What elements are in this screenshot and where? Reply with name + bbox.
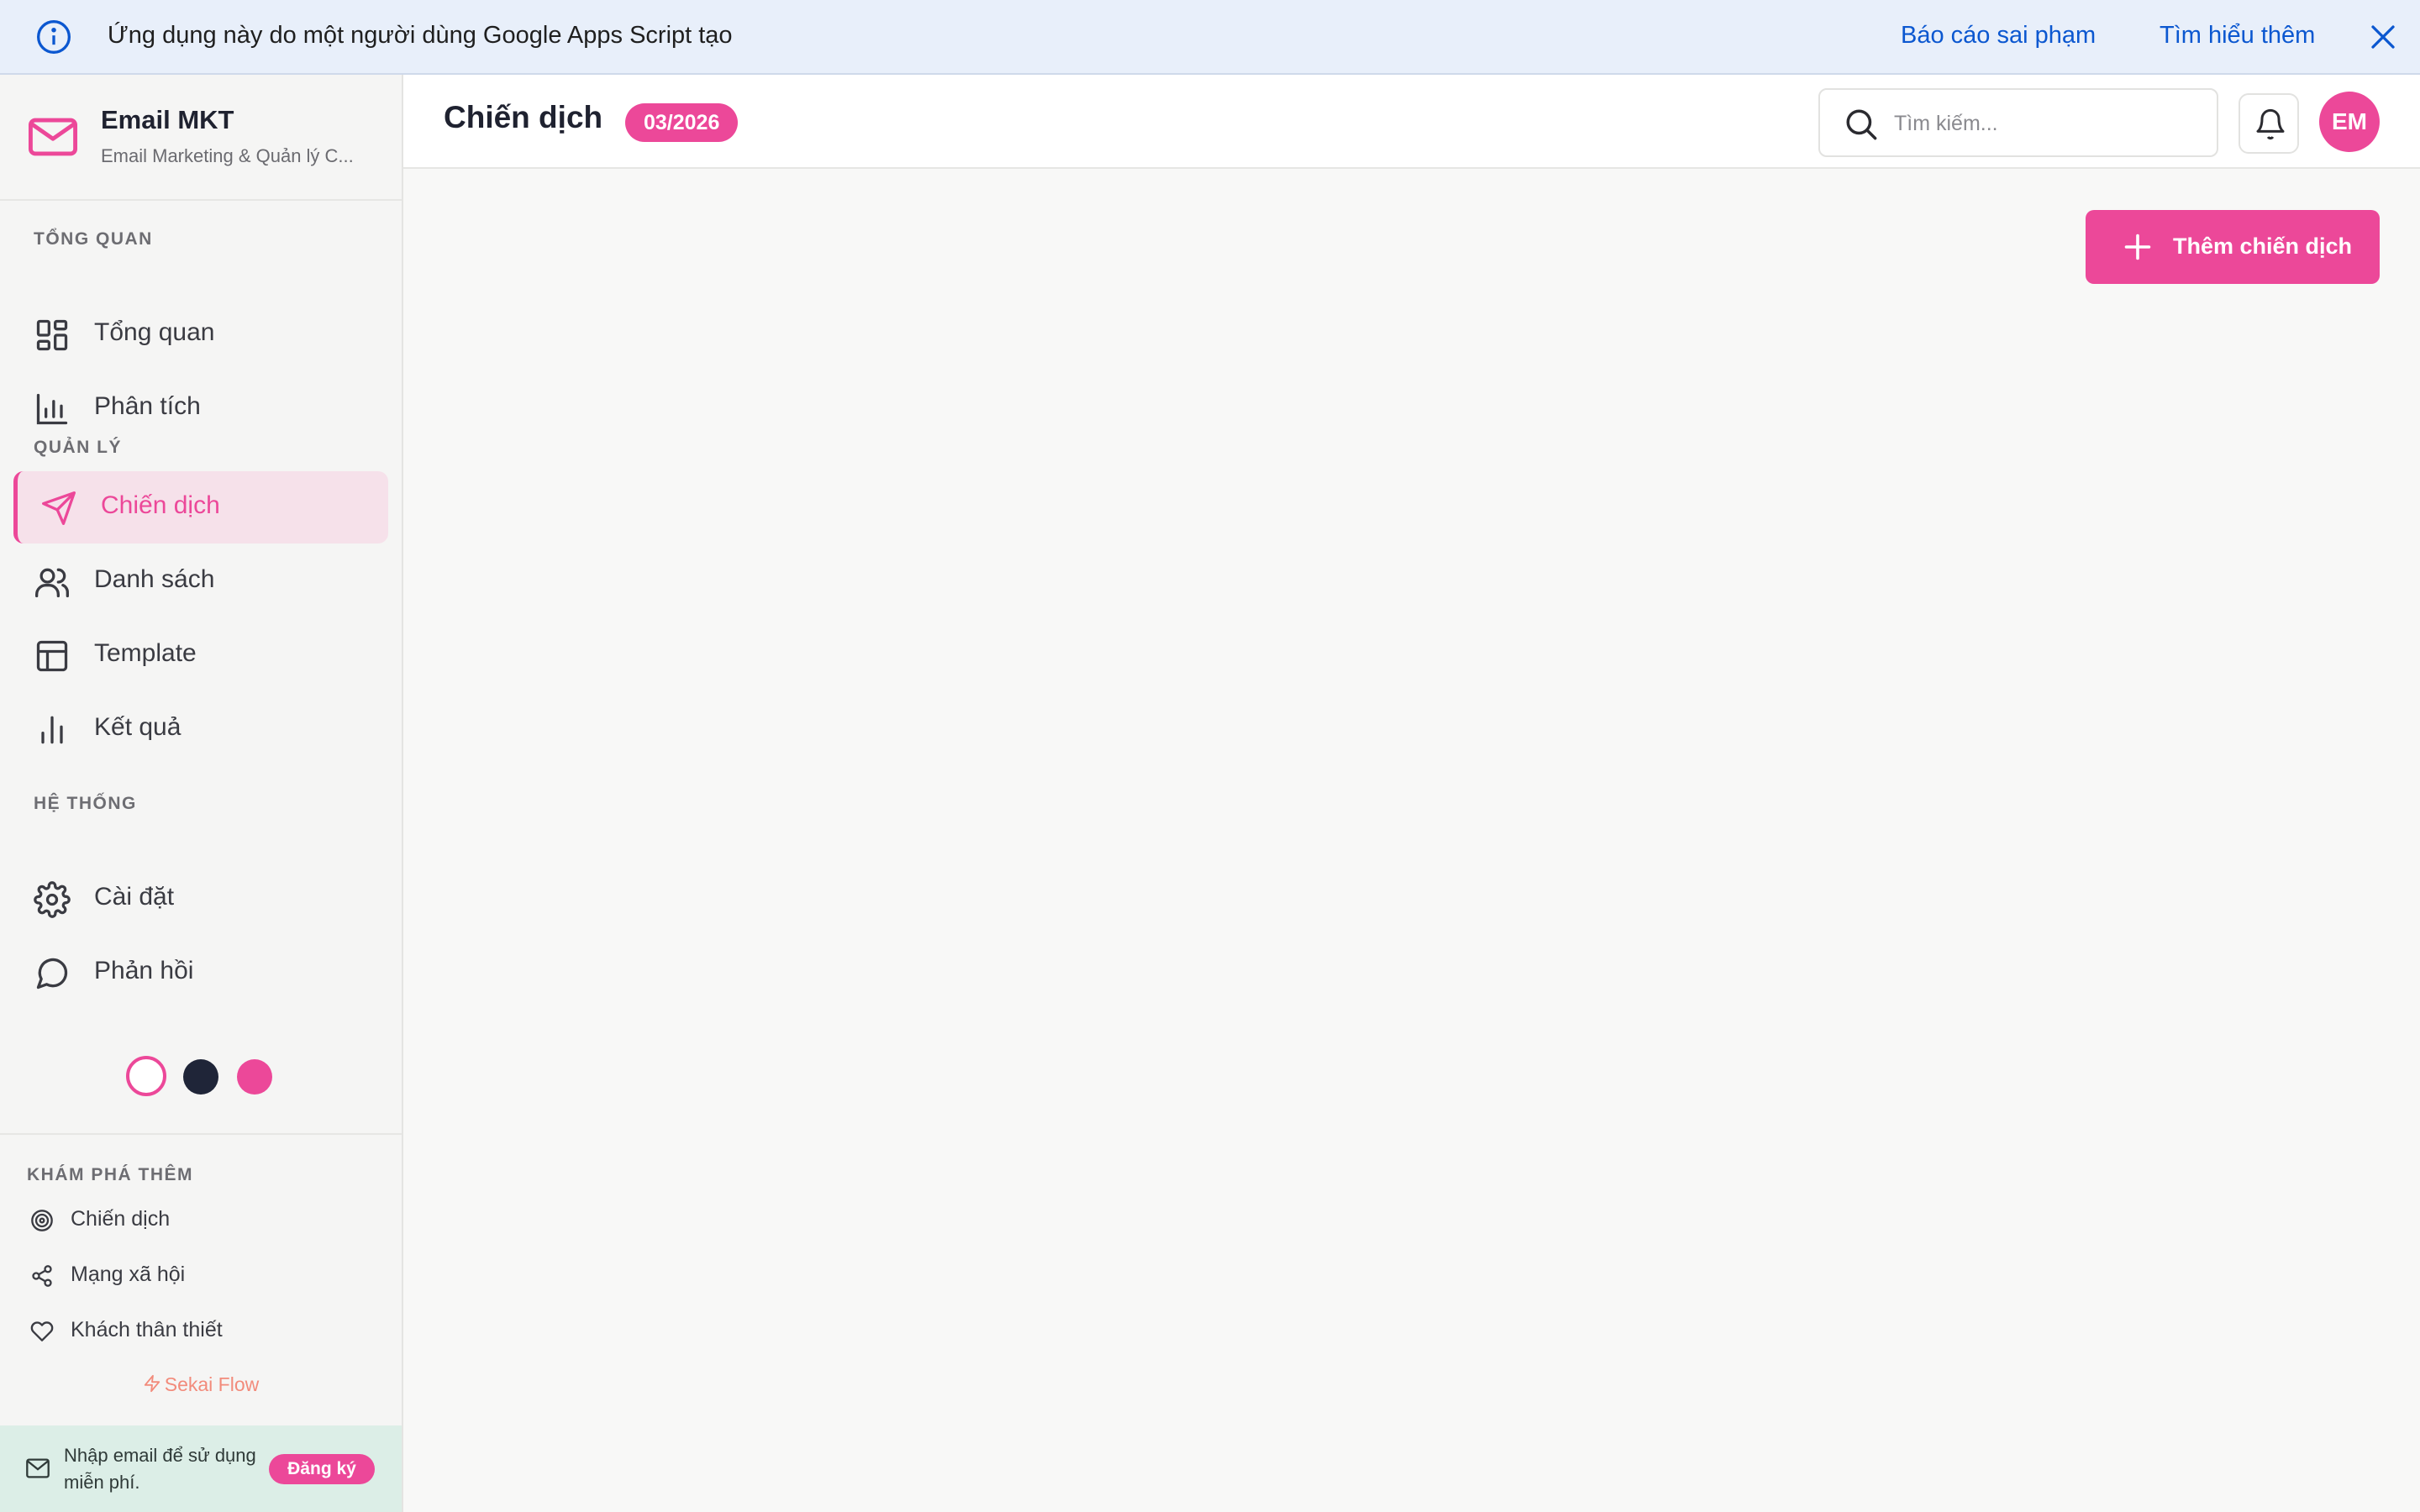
signup-button[interactable]: Đăng ký	[269, 1454, 375, 1484]
signup-bar: Nhập email để sử dụng miễn phí. Đăng ký	[0, 1425, 402, 1512]
heart-icon	[30, 1321, 54, 1341]
learn-more-link[interactable]: Tìm hiểu thêm	[2160, 22, 2315, 50]
signup-text: Nhập email để sử dụng miễn phí.	[64, 1445, 256, 1493]
mail-logo-icon	[28, 118, 78, 156]
search-input[interactable]	[1894, 105, 2196, 142]
sidebar-item-results[interactable]: Kết quả	[13, 693, 388, 765]
user-avatar[interactable]: EM	[2319, 92, 2380, 152]
sidebar-item-lists[interactable]: Danh sách	[13, 545, 388, 617]
page-header: Chiến dịch 03/2026 EM	[403, 75, 2420, 169]
sekai-flow-credit[interactable]: Sekai Flow	[0, 1373, 402, 1396]
sidebar-item-label: Danh sách	[94, 565, 215, 593]
explore-item-label: Chiến dịch	[71, 1207, 171, 1231]
gear-icon	[34, 881, 71, 918]
section-label-management: QUẢN LÝ	[34, 438, 122, 457]
share-icon	[32, 1265, 52, 1287]
brand: Email MKT Email Marketing & Quản lý C...	[0, 75, 402, 201]
report-abuse-link[interactable]: Báo cáo sai phạm	[1901, 22, 2096, 50]
target-icon	[31, 1210, 53, 1231]
sidebar-item-label: Template	[94, 639, 197, 667]
banner-message: Ứng dụng này do một người dùng Google Ap…	[108, 22, 733, 49]
sidebar-item-settings[interactable]: Cài đặt	[13, 863, 388, 935]
notifications-button[interactable]	[2238, 93, 2299, 154]
add-campaign-button[interactable]: Thêm chiến dịch	[2086, 210, 2380, 284]
bolt-icon	[144, 1374, 160, 1393]
sidebar-item-label: Chiến dịch	[101, 491, 220, 519]
apps-script-banner: Ứng dụng này do một người dùng Google Ap…	[0, 0, 2420, 75]
sidebar-item-label: Cài đặt	[94, 883, 175, 911]
sidebar-item-overview[interactable]: Tổng quan	[13, 298, 388, 370]
search-box[interactable]	[1818, 88, 2218, 157]
brand-subtitle: Email Marketing & Quản lý C...	[101, 145, 354, 166]
sidebar-item-campaigns[interactable]: Chiến dịch	[13, 471, 388, 543]
section-label-overview: TỔNG QUAN	[34, 229, 153, 249]
sidebar-item-label: Phân tích	[94, 392, 201, 420]
sidebar-item-label: Tổng quan	[94, 318, 215, 346]
theme-pink-dot[interactable]	[237, 1059, 272, 1095]
period-badge: 03/2026	[625, 103, 739, 142]
bell-icon	[2256, 108, 2285, 140]
explore-item-label: Khách thân thiết	[71, 1318, 223, 1341]
mail-icon	[26, 1458, 50, 1478]
sidebar: Email MKT Email Marketing & Quản lý C...…	[0, 75, 403, 1512]
sidebar-item-label: Kết quả	[94, 713, 182, 741]
page-title: Chiến dịch	[444, 100, 603, 134]
sidebar-item-analytics[interactable]: Phân tích	[13, 372, 388, 444]
sidebar-item-template[interactable]: Template	[13, 619, 388, 691]
theme-dark-dot[interactable]	[183, 1059, 218, 1095]
sidebar-item-feedback[interactable]: Phản hồi	[13, 937, 388, 1009]
theme-light-dot[interactable]	[126, 1056, 166, 1096]
info-icon	[37, 20, 71, 54]
template-icon	[36, 640, 68, 672]
close-icon[interactable]	[2368, 22, 2398, 52]
sekai-flow-label: Sekai Flow	[164, 1373, 260, 1395]
bar-chart-icon	[41, 716, 63, 744]
add-campaign-label: Thêm chiến dịch	[2173, 234, 2353, 259]
theme-switcher	[0, 1056, 402, 1115]
analytics-icon	[36, 393, 68, 425]
plus-icon	[2124, 234, 2151, 260]
brand-name: Email MKT	[101, 105, 234, 134]
section-label-system: HỆ THỐNG	[34, 794, 137, 813]
dashboard-icon	[36, 319, 68, 351]
explore-item-label: Mạng xã hội	[71, 1263, 186, 1286]
section-label-explore: KHÁM PHÁ THÊM	[27, 1165, 193, 1184]
users-icon	[35, 568, 69, 598]
chat-bubble-icon	[36, 958, 68, 990]
search-icon	[1846, 109, 1877, 140]
send-icon	[42, 491, 76, 525]
sidebar-item-label: Phản hồi	[94, 957, 194, 984]
